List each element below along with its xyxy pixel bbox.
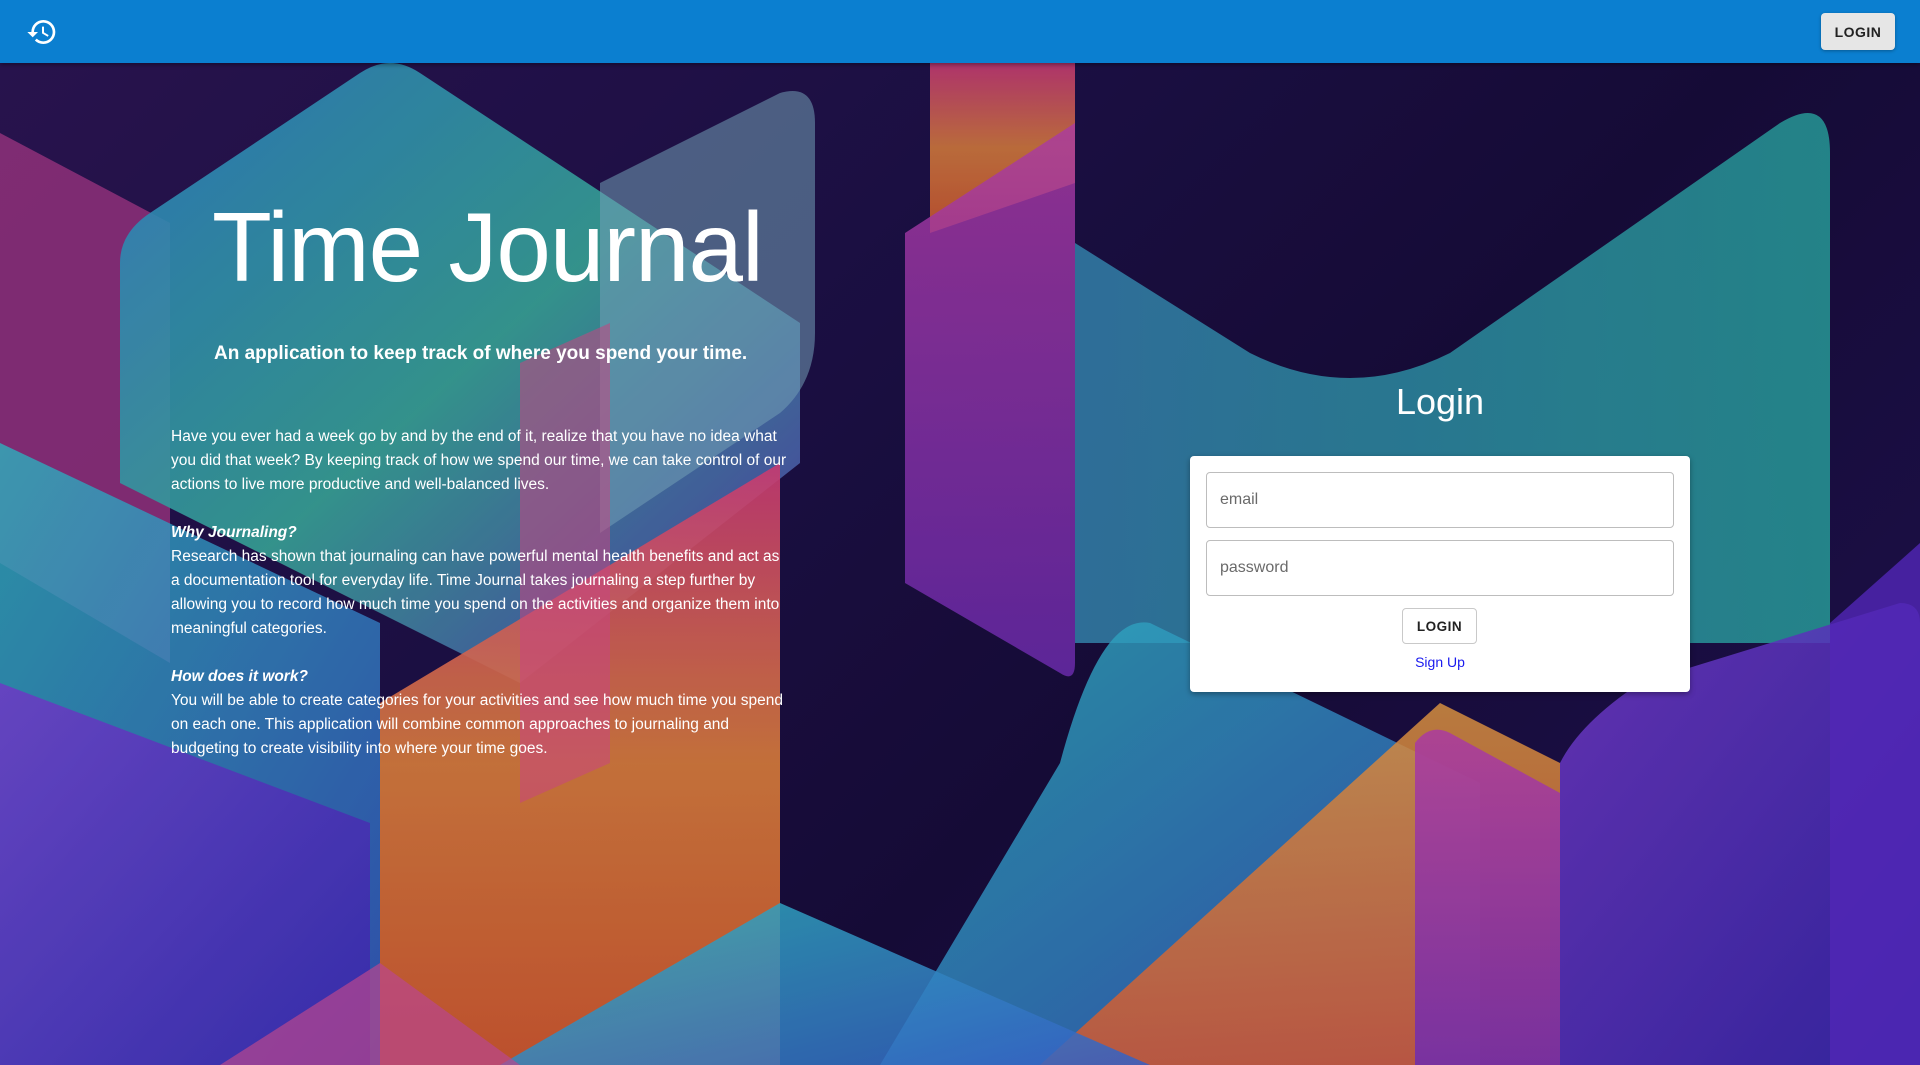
intro-paragraph: Have you ever had a week go by and by th… — [171, 428, 787, 493]
history-icon — [27, 20, 56, 45]
section-text: Research has shown that journaling can h… — [171, 548, 780, 637]
login-button[interactable]: LOGIN — [1402, 608, 1477, 644]
how-it-works-section: How does it work? You will be able to cr… — [171, 665, 791, 761]
page-title: Time Journal — [212, 192, 764, 302]
app-bar: LOGIN — [0, 0, 1920, 63]
section-text: You will be able to create categories fo… — [171, 692, 784, 757]
email-field[interactable] — [1206, 472, 1674, 528]
login-heading: Login — [1395, 381, 1485, 422]
description-text: Have you ever had a week go by and by th… — [171, 425, 791, 785]
section-heading: Why Journaling? — [171, 524, 297, 541]
hero-section: Time Journal An application to keep trac… — [0, 63, 1920, 1065]
section-heading: How does it work? — [171, 668, 308, 685]
why-journaling-section: Why Journaling? Research has shown that … — [171, 521, 791, 641]
signup-link[interactable]: Sign Up — [1190, 654, 1690, 670]
password-field[interactable] — [1206, 540, 1674, 596]
page-subtitle: An application to keep track of where yo… — [214, 343, 748, 364]
history-button[interactable] — [22, 12, 62, 52]
login-card: LOGIN Sign Up — [1190, 456, 1690, 692]
appbar-login-button[interactable]: LOGIN — [1821, 13, 1895, 50]
